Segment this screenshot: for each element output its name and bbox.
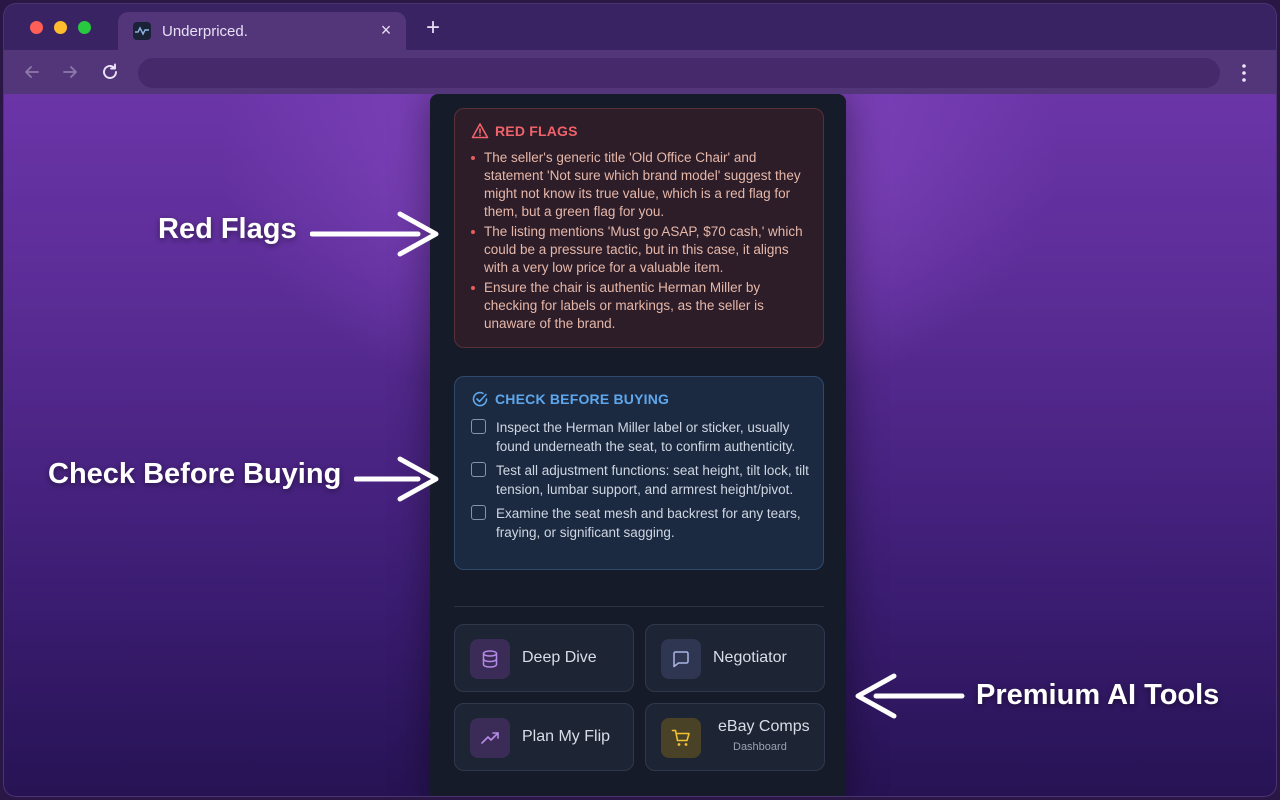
browser-window: Underpriced. × + RED FLAGS The seller's … [4,4,1276,796]
deep-dive-button[interactable]: Deep Dive [454,624,634,692]
tab-close-icon[interactable]: × [376,20,396,40]
ebay-comps-sublabel: Dashboard [733,741,787,753]
deep-dive-label: Deep Dive [522,649,597,666]
new-tab-button[interactable]: + [422,16,444,40]
database-icon [470,639,510,679]
ebay-comps-label: eBay Comps [718,718,810,735]
red-flags-annotation: Red Flags [158,213,297,245]
forward-arrow-icon[interactable] [60,62,80,82]
divider [454,606,824,607]
extension-panel: RED FLAGS The seller's generic title 'Ol… [430,94,846,796]
check-circle-icon [471,390,489,408]
check-before-buying-card: CHECK BEFORE BUYING Inspect the Herman M… [454,376,824,570]
minimize-window-button[interactable] [54,21,67,34]
right-arrow-icon [310,211,439,257]
close-window-button[interactable] [30,21,43,34]
tab-title: Underpriced. [162,23,248,40]
tab-underpriced[interactable]: Underpriced. × [118,12,406,50]
negotiator-label: Negotiator [713,649,787,666]
checkbox[interactable] [471,419,486,434]
chat-bubble-icon [661,639,701,679]
red-flags-list: The seller's generic title 'Old Office C… [471,149,811,335]
negotiator-button[interactable]: Negotiator [645,624,825,692]
trending-up-icon [470,718,510,758]
list-item: The seller's generic title 'Old Office C… [471,149,811,221]
bullet-icon [471,156,475,160]
checkbox[interactable] [471,462,486,477]
tab-strip: Underpriced. × + [4,4,1276,50]
check-before-buying-title: CHECK BEFORE BUYING [495,391,670,407]
left-arrow-icon [855,673,965,719]
bullet-icon [471,230,475,234]
check-before-buying-annotation: Check Before Buying [48,458,342,490]
red-flags-title: RED FLAGS [495,123,578,139]
ebay-comps-button[interactable]: eBay Comps Dashboard [645,703,825,771]
right-arrow-icon [354,456,439,502]
checklist-item: Test all adjustment functions: seat heig… [471,461,811,499]
app-logo-icon [133,22,151,40]
checklist-item: Examine the seat mesh and backrest for a… [471,504,811,542]
checklist-item: Inspect the Herman Miller label or stick… [471,418,811,456]
checklist-text: Examine the seat mesh and backrest for a… [496,506,801,540]
reload-icon[interactable] [100,62,120,82]
checklist-text: Test all adjustment functions: seat heig… [496,463,809,497]
red-flag-text: Ensure the chair is authentic Herman Mil… [484,280,764,331]
checklist-text: Inspect the Herman Miller label or stick… [496,420,796,454]
maximize-window-button[interactable] [78,21,91,34]
red-flags-card: RED FLAGS The seller's generic title 'Ol… [454,108,824,348]
plan-my-flip-label: Plan My Flip [522,728,611,745]
page-viewport: RED FLAGS The seller's generic title 'Ol… [4,94,1276,796]
warning-triangle-icon [471,122,489,140]
browser-toolbar [4,50,1276,94]
more-menu-icon[interactable] [1236,62,1252,84]
list-item: Ensure the chair is authentic Herman Mil… [471,279,811,333]
bullet-icon [471,286,475,290]
back-arrow-icon[interactable] [22,62,42,82]
checkbox[interactable] [471,505,486,520]
premium-ai-tools-annotation: Premium AI Tools [976,679,1220,711]
plan-my-flip-button[interactable]: Plan My Flip [454,703,634,771]
checklist: Inspect the Herman Miller label or stick… [471,418,811,547]
red-flag-text: The listing mentions 'Must go ASAP, $70 … [484,224,803,275]
shopping-cart-icon [661,718,701,758]
list-item: The listing mentions 'Must go ASAP, $70 … [471,223,811,277]
address-bar[interactable] [138,58,1220,88]
red-flag-text: The seller's generic title 'Old Office C… [484,150,801,219]
